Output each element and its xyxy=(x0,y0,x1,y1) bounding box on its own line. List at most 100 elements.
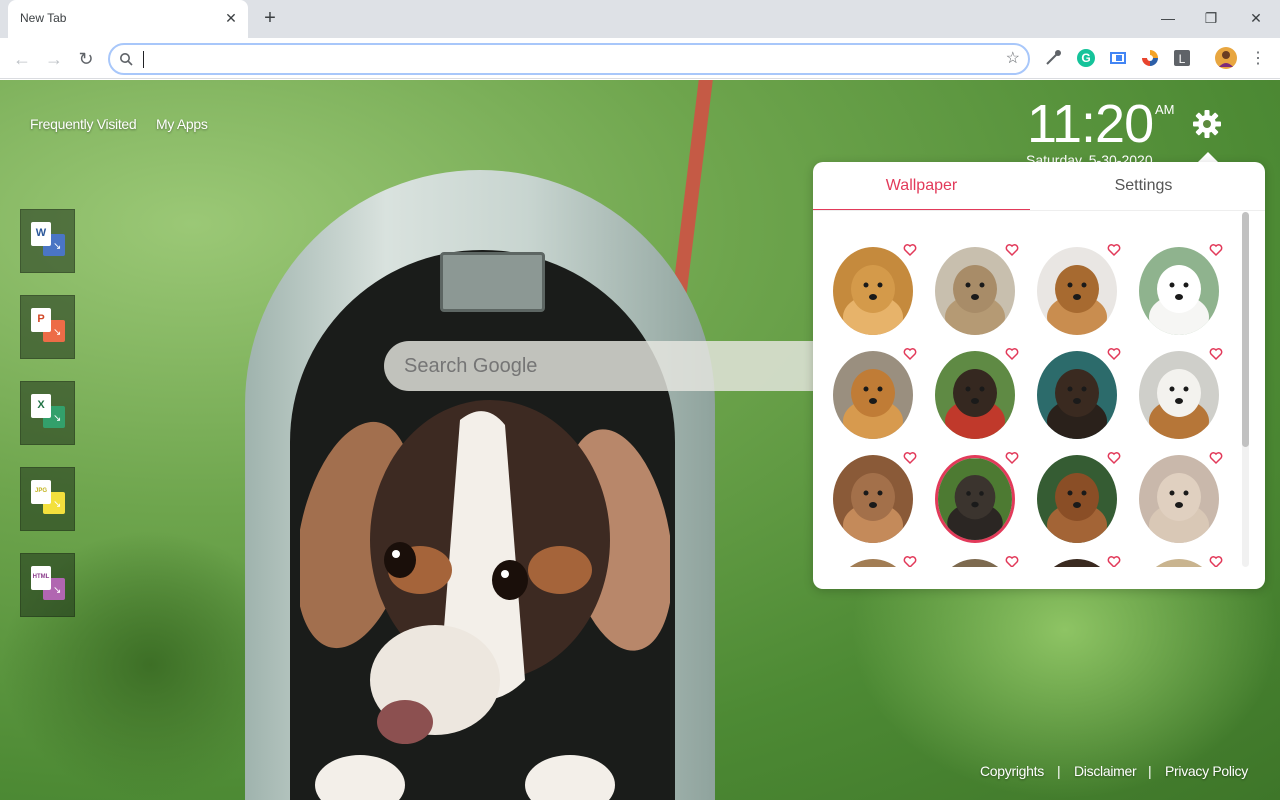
copyrights-link[interactable]: Copyrights xyxy=(980,763,1044,779)
dog-photo xyxy=(935,559,1015,567)
search-input[interactable] xyxy=(404,353,824,379)
wallpaper-thumbnail[interactable] xyxy=(935,247,1015,335)
browser-toolbar: ← → ↻ ☆ G L ⋮ xyxy=(0,38,1280,79)
wallpaper-thumbnail[interactable] xyxy=(935,559,1015,567)
dog-photo xyxy=(833,351,913,439)
footer-separator: | xyxy=(1057,763,1061,779)
gear-icon[interactable] xyxy=(1191,108,1223,140)
reload-icon[interactable]: ↻ xyxy=(73,46,99,72)
powerpoint-icon: P xyxy=(31,308,51,332)
tab-wallpaper[interactable]: Wallpaper xyxy=(813,162,1030,211)
heart-icon[interactable] xyxy=(903,555,917,567)
new-tab-button[interactable]: + xyxy=(258,7,282,31)
window-maximize-button[interactable]: ❐ xyxy=(1197,6,1225,30)
wallpaper-thumbnail[interactable] xyxy=(1139,455,1219,543)
clock-ampm: AM xyxy=(1155,102,1175,117)
app-tile-word[interactable]: W ↘ xyxy=(20,209,75,273)
wallpaper-thumbnail[interactable] xyxy=(1139,559,1219,567)
wallpaper-thumbnail[interactable] xyxy=(935,455,1015,543)
dog-photo xyxy=(833,455,913,543)
heart-icon[interactable] xyxy=(1107,555,1121,567)
heart-icon[interactable] xyxy=(1107,451,1121,465)
l-extension-icon[interactable]: L xyxy=(1172,48,1192,68)
wallpaper-thumbnail[interactable] xyxy=(1037,351,1117,439)
wallpaper-thumbnail[interactable] xyxy=(935,351,1015,439)
heart-icon[interactable] xyxy=(903,451,917,465)
wallpaper-thumbnail[interactable] xyxy=(1139,351,1219,439)
address-bar[interactable]: ☆ xyxy=(108,43,1030,75)
excel-icon: X xyxy=(31,394,51,418)
app-tile-jpg[interactable]: JPG ↘ xyxy=(20,467,75,531)
app-tile-excel[interactable]: X ↘ xyxy=(20,381,75,445)
search-box[interactable] xyxy=(384,341,844,391)
my-apps-link[interactable]: My Apps xyxy=(156,116,208,132)
dog-photo xyxy=(833,247,913,335)
eyedropper-icon[interactable] xyxy=(1043,48,1063,68)
puppy-image xyxy=(300,400,670,800)
sync-icon[interactable] xyxy=(1140,48,1160,68)
heart-icon[interactable] xyxy=(1005,243,1019,257)
grammarly-icon[interactable]: G xyxy=(1076,48,1096,68)
address-input[interactable] xyxy=(142,49,992,69)
heart-icon[interactable] xyxy=(1209,451,1223,465)
tab-title: New Tab xyxy=(20,11,67,25)
svg-text:L: L xyxy=(1179,52,1186,66)
dog-photo xyxy=(1037,247,1117,335)
dog-photo xyxy=(1139,455,1219,543)
back-arrow-icon[interactable]: ← xyxy=(9,46,35,72)
dog-photo xyxy=(1139,247,1219,335)
wallpaper-thumbnail[interactable] xyxy=(1037,247,1117,335)
wallpaper-thumbnail[interactable] xyxy=(833,455,913,543)
footer-separator: | xyxy=(1148,763,1152,779)
wallpaper-thumbnail[interactable] xyxy=(1139,247,1219,335)
wallpaper-thumbnail[interactable] xyxy=(1037,455,1117,543)
scrollbar-thumb[interactable] xyxy=(1242,212,1249,447)
shortcut-arrow-icon: ↘ xyxy=(53,327,62,338)
dog-photo xyxy=(935,247,1015,335)
heart-icon[interactable] xyxy=(1107,243,1121,257)
svg-text:G: G xyxy=(1081,51,1090,65)
bookmark-star-icon[interactable]: ☆ xyxy=(1006,50,1020,68)
panel-divider xyxy=(813,210,1265,211)
tab-settings[interactable]: Settings xyxy=(1035,162,1252,211)
shortcut-arrow-icon: ↘ xyxy=(53,413,62,424)
window-close-button[interactable]: ✕ xyxy=(1242,6,1270,30)
panel-pointer xyxy=(1198,152,1218,162)
tab-manager-icon[interactable] xyxy=(1108,48,1128,68)
wallpaper-thumbnail[interactable] xyxy=(1037,559,1117,567)
app-tile-html[interactable]: HTML ↘ xyxy=(20,553,75,617)
window-minimize-button[interactable]: — xyxy=(1154,6,1182,30)
heart-icon[interactable] xyxy=(1209,555,1223,567)
tab-strip: New Tab ✕ + — ❐ ✕ xyxy=(0,0,1280,38)
word-icon: W xyxy=(31,222,51,246)
heart-icon[interactable] xyxy=(903,243,917,257)
shortcut-arrow-icon: ↘ xyxy=(53,241,62,252)
heart-icon[interactable] xyxy=(1005,347,1019,361)
heart-icon[interactable] xyxy=(1005,555,1019,567)
tab-close-icon[interactable]: ✕ xyxy=(222,9,240,27)
new-tab-page: Frequently Visited My Apps W ↘ P ↘ X ↘ JPG ↘ HTM… xyxy=(0,80,1280,800)
dog-photo xyxy=(1037,351,1117,439)
wallpaper-thumbnail[interactable] xyxy=(833,559,913,567)
wallpaper-thumbnail[interactable] xyxy=(833,247,913,335)
tab-new-tab[interactable]: New Tab ✕ xyxy=(8,0,248,38)
dog-photo xyxy=(938,458,1012,540)
dog-photo xyxy=(1037,559,1117,567)
frequently-visited-link[interactable]: Frequently Visited xyxy=(30,116,137,132)
app-tile-powerpoint[interactable]: P ↘ xyxy=(20,295,75,359)
menu-kebab-icon[interactable]: ⋮ xyxy=(1245,46,1271,72)
text-caret xyxy=(143,51,144,68)
disclaimer-link[interactable]: Disclaimer xyxy=(1074,763,1137,779)
heart-icon[interactable] xyxy=(1209,347,1223,361)
dog-photo xyxy=(935,351,1015,439)
wallpaper-thumbnail[interactable] xyxy=(833,351,913,439)
privacy-policy-link[interactable]: Privacy Policy xyxy=(1165,763,1248,779)
heart-icon[interactable] xyxy=(903,347,917,361)
forward-arrow-icon[interactable]: → xyxy=(41,46,67,72)
heart-icon[interactable] xyxy=(1005,451,1019,465)
heart-icon[interactable] xyxy=(1107,347,1121,361)
profile-avatar[interactable] xyxy=(1215,47,1237,69)
jpg-icon: JPG xyxy=(31,480,51,504)
heart-icon[interactable] xyxy=(1209,243,1223,257)
wallpaper-panel: Wallpaper Settings xyxy=(813,162,1265,589)
